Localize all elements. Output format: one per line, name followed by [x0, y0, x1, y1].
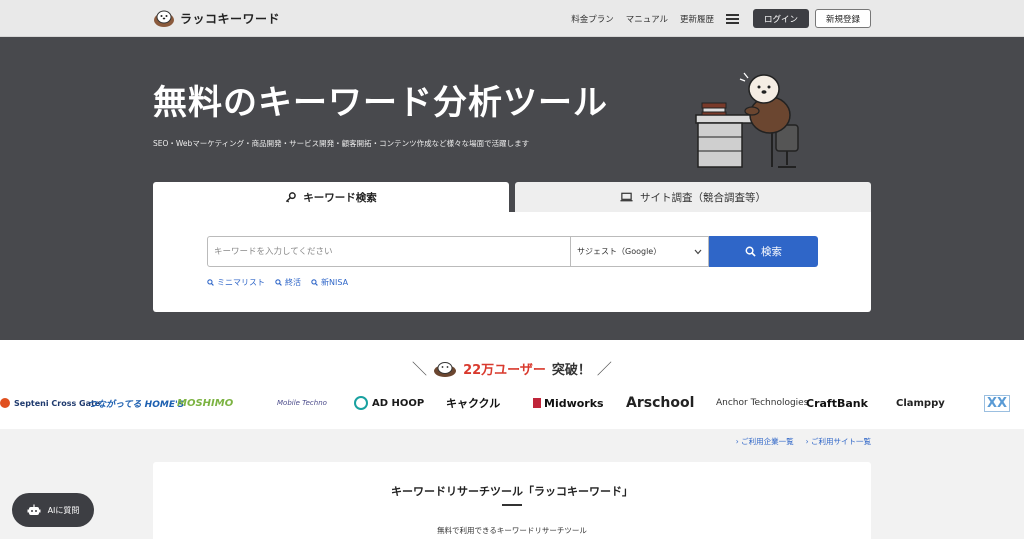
nav-link-pricing[interactable]: 料金プラン — [571, 13, 614, 25]
laptop-icon — [620, 192, 633, 202]
login-button[interactable]: ログイン — [753, 9, 809, 28]
tab-keyword-search[interactable]: キーワード検索 — [153, 182, 509, 212]
intro-title: キーワードリサーチツール「ラッコキーワード」 — [391, 485, 633, 498]
top-navbar: ラッコキーワード 料金プラン マニュアル 更新履歴 ログイン 新規登録 — [0, 0, 1024, 37]
decor-slash-right: ／ — [596, 360, 612, 378]
tab-site-research[interactable]: サイト調査（競合調査等） — [515, 182, 871, 212]
intro-description: 無料で利用できるキーワードリサーチツール — [437, 526, 587, 535]
header-nav: 料金プラン マニュアル 更新履歴 ログイン 新規登録 — [571, 9, 871, 28]
quick-link-label: 終活 — [285, 278, 301, 287]
users-heading: ＼ 22万ユーザー 突破！ ／ — [0, 358, 1024, 379]
menu-icon[interactable] — [726, 13, 739, 24]
ai-chat-button[interactable]: AIに質問 — [12, 493, 94, 527]
search-card: サジェスト（Google） 検索 ミニマリスト — [153, 212, 871, 312]
suggest-value: サジェスト（Google） — [577, 247, 662, 256]
title-divider — [502, 504, 522, 506]
decor-slash-left: ＼ — [412, 360, 428, 378]
client-logo-anchor[interactable]: Anchor Technologies — [716, 390, 808, 416]
users-suffix: 突破！ — [551, 363, 591, 378]
keyword-search-input[interactable] — [207, 236, 571, 267]
search-icon — [745, 246, 756, 257]
hero-title: 無料のキーワード分析ツール — [153, 83, 608, 123]
search-button[interactable]: 検索 — [709, 236, 818, 267]
hero-section: 無料のキーワード分析ツール SEO・Webマーケティング・商品開発・サービス開発… — [0, 37, 1024, 340]
nav-link-changelog[interactable]: 更新履歴 — [680, 13, 714, 25]
tab-keyword-label: キーワード検索 — [303, 191, 377, 204]
client-logo-mobile-techno[interactable]: Mobile Techno — [277, 390, 327, 416]
client-logo-moshimo[interactable]: MOSHIMO — [177, 390, 233, 416]
client-logos: Septeni Cross Gate つながってる HOME'S MOSHIMO… — [0, 390, 1024, 416]
site-logo[interactable]: ラッコキーワード — [153, 8, 280, 28]
user-count: 22万ユーザー — [463, 363, 546, 378]
search-icon — [311, 279, 318, 286]
quick-link-shukatsu[interactable]: 終活 — [275, 277, 301, 288]
link-client-sites[interactable]: › ご利用サイト一覧 — [806, 436, 871, 447]
register-button[interactable]: 新規登録 — [815, 9, 871, 28]
client-logo-craftbank[interactable]: CraftBank — [806, 390, 868, 416]
chevron-down-icon — [694, 249, 702, 254]
link-client-companies[interactable]: › ご利用企業一覧 — [736, 436, 794, 447]
client-logo-homes[interactable]: つながってる HOME'S — [88, 390, 184, 416]
client-logo-xx[interactable]: XX — [984, 390, 1011, 416]
client-logo-crossgate[interactable]: Septeni Cross Gate — [0, 390, 100, 416]
quick-link-label: 新NISA — [321, 278, 349, 287]
tab-site-label: サイト調査（競合調査等） — [640, 191, 766, 204]
client-links: › ご利用企業一覧 › ご利用サイト一覧 — [736, 436, 871, 447]
robot-icon — [27, 504, 41, 515]
quick-link-nisa[interactable]: 新NISA — [311, 277, 348, 288]
search-icon — [275, 279, 282, 286]
client-logo-adhoop[interactable]: AD HOOP — [354, 390, 424, 416]
quick-link-minimalist[interactable]: ミニマリスト — [207, 277, 265, 288]
otter-logo-icon — [434, 361, 457, 377]
otter-mascot-illustration — [695, 72, 799, 168]
client-logo-clamppy[interactable]: Clamppy — [896, 390, 945, 416]
key-icon — [286, 191, 297, 203]
nav-link-manual[interactable]: マニュアル — [626, 13, 668, 25]
quick-link-label: ミニマリスト — [217, 278, 265, 287]
intro-card: キーワードリサーチツール「ラッコキーワード」 無料で利用できるキーワードリサーチ… — [153, 462, 871, 539]
logo-text: ラッコキーワード — [180, 11, 281, 26]
ai-button-label: AIに質問 — [47, 505, 80, 515]
client-logo-kyakukuru[interactable]: キャククル — [446, 390, 500, 416]
quick-keyword-links: ミニマリスト 終活 新NISA — [207, 277, 348, 288]
client-logo-midworks[interactable]: Midworks — [533, 390, 604, 416]
search-row: サジェスト（Google） 検索 — [207, 236, 818, 267]
client-logo-arschool[interactable]: Arschool — [626, 390, 694, 416]
suggest-source-select[interactable]: サジェスト（Google） — [571, 236, 709, 267]
otter-logo-icon — [154, 10, 174, 27]
search-icon — [207, 279, 214, 286]
users-section: ＼ 22万ユーザー 突破！ ／ Septeni Cross Gate つながって… — [0, 340, 1024, 429]
search-button-label: 検索 — [761, 246, 782, 258]
hero-subtitle: SEO・Webマーケティング・商品開発・サービス開発・顧客開拓・コンテンツ作成な… — [153, 139, 530, 148]
